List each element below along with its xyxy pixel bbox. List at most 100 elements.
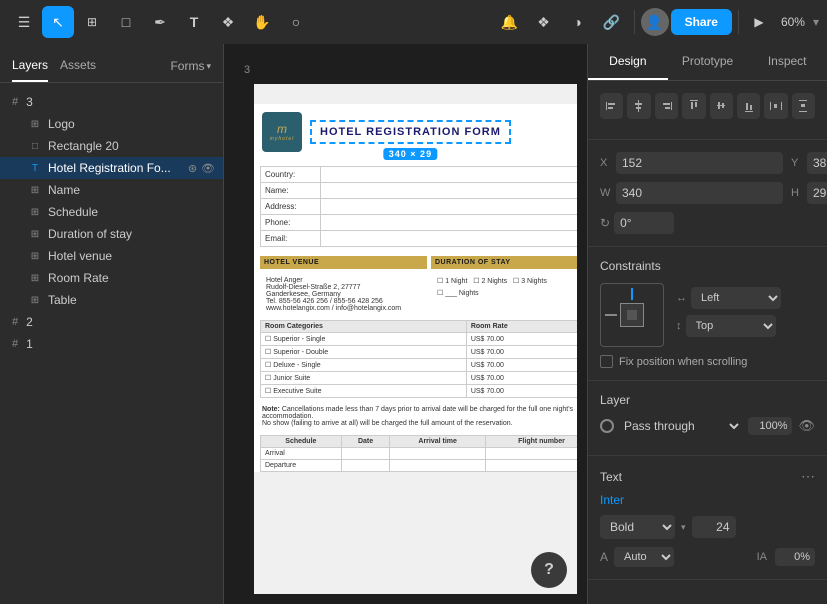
- text-tool-button[interactable]: T: [178, 6, 210, 38]
- tab-prototype[interactable]: Prototype: [668, 44, 748, 80]
- layer-item-hotelreg[interactable]: T Hotel Registration Fo... ⊛ 👁: [0, 157, 223, 179]
- play-icon: ▶: [754, 15, 763, 29]
- align-top-button[interactable]: [682, 93, 705, 119]
- layer-item-rect20[interactable]: □ Rectangle 20: [0, 135, 223, 157]
- align-left-button[interactable]: [600, 93, 623, 119]
- stay-content: ☐ 1 Night ☐ 2 Nights ☐ 3 Nights ☐ ___ Ni…: [431, 273, 577, 316]
- table-row: ☐ Junior SuiteUS$ 70.00: [261, 372, 578, 385]
- align-right-button[interactable]: [655, 93, 678, 119]
- constraint-visual: [600, 283, 664, 347]
- shape-icon: □: [122, 14, 130, 30]
- w-input[interactable]: [616, 182, 783, 204]
- menu-button[interactable]: ☰: [8, 6, 40, 38]
- component-icon: ❖: [222, 14, 235, 31]
- link-button[interactable]: 🔗: [596, 6, 628, 38]
- layer-item-schedule[interactable]: ⊞ Schedule: [0, 201, 223, 223]
- layer-item-name[interactable]: ⊞ Name: [0, 179, 223, 201]
- vertical-constraint-select[interactable]: Top Bottom Center Scale Top & Bottom: [686, 315, 776, 337]
- visibility-toggle-icon[interactable]: 👁: [798, 418, 815, 434]
- align-center-h-button[interactable]: [627, 93, 650, 119]
- play-button[interactable]: ▶: [745, 8, 773, 36]
- fix-scroll-checkbox[interactable]: [600, 355, 613, 368]
- canvas-content: m myhotel HOTEL REGISTRATION FORM 340 × …: [254, 84, 577, 594]
- letter-spacing-input[interactable]: [775, 548, 815, 566]
- layer-group-2[interactable]: # 2: [0, 311, 223, 333]
- distribute-h-button[interactable]: [764, 93, 787, 119]
- shape-tool-button[interactable]: □: [110, 6, 142, 38]
- panel-tabs: Layers Assets Forms ▾: [0, 44, 223, 83]
- w-field: W: [600, 182, 783, 204]
- layer-group-3[interactable]: # 3: [0, 91, 223, 113]
- horizontal-constraint-select[interactable]: Left Right Center Scale Left & Right: [691, 287, 781, 309]
- zoom-button[interactable]: 60%: [775, 11, 811, 33]
- pen-tool-button[interactable]: ✒: [144, 6, 176, 38]
- plugin-button[interactable]: ❖: [528, 6, 560, 38]
- notification-button[interactable]: 🔔: [494, 6, 526, 38]
- opacity-input[interactable]: [748, 417, 792, 435]
- help-button[interactable]: ?: [531, 552, 567, 588]
- align-middle-v-button[interactable]: [710, 93, 733, 119]
- form-title-box[interactable]: HOTEL REGISTRATION FORM 340 × 29: [310, 120, 511, 144]
- rotate-input[interactable]: [614, 212, 674, 234]
- field-email: Email:: [260, 230, 577, 247]
- layer-name: 3: [26, 95, 215, 109]
- form-fields: Country: Name: Address: Phone:: [254, 160, 577, 252]
- x-input[interactable]: [616, 152, 783, 174]
- constraint-center: [627, 310, 637, 320]
- hand-tool-button[interactable]: ✋: [246, 6, 278, 38]
- layer-group-1[interactable]: # 1: [0, 333, 223, 355]
- h-input[interactable]: [807, 182, 827, 204]
- canvas-area[interactable]: 3 m myhotel HOTEL REGISTRATION FORM 340 …: [224, 44, 587, 604]
- layer-item-roomrate[interactable]: ⊞ Room Rate: [0, 267, 223, 289]
- grid-icon-2: ⊞: [28, 185, 42, 196]
- font-name[interactable]: Inter: [600, 493, 815, 507]
- logo-subtext: myhotel: [270, 136, 295, 142]
- tab-assets[interactable]: Assets: [60, 52, 96, 82]
- right-panel-tabs: Design Prototype Inspect: [588, 44, 827, 81]
- field-address: Address:: [260, 198, 577, 215]
- horizontal-constraint-row: ↔ Left Right Center Scale Left & Right: [676, 287, 815, 309]
- comment-tool-button[interactable]: ○: [280, 6, 312, 38]
- distribute-v-button[interactable]: [792, 93, 815, 119]
- font-size-input[interactable]: [692, 516, 736, 538]
- table-row: Departure: [261, 460, 578, 472]
- layer-item-duration[interactable]: ⊞ Duration of stay: [0, 223, 223, 245]
- select-tool-button[interactable]: ↖: [42, 6, 74, 38]
- share-button[interactable]: Share: [671, 9, 732, 35]
- position-section: X Y W H ⛓: [588, 140, 827, 247]
- toolbar-divider: [634, 10, 635, 34]
- rotate-row: ↻: [600, 212, 815, 234]
- layer-item-table[interactable]: ⊞ Table: [0, 289, 223, 311]
- schedule-table: Schedule Date Arrival time Flight number…: [260, 435, 577, 472]
- alignment-row: [600, 93, 815, 119]
- contrast-button[interactable]: ◑: [562, 6, 594, 38]
- y-input[interactable]: [807, 152, 827, 174]
- more-options-icon[interactable]: ⋯: [801, 468, 815, 485]
- visibility-icon[interactable]: 👁: [201, 162, 215, 175]
- contrast-icon: ◑: [573, 14, 581, 30]
- tab-design[interactable]: Design: [588, 44, 668, 80]
- layer-item-logo[interactable]: ⊞ Logo: [0, 113, 223, 135]
- font-row: Bold Regular Medium Light Italic ▾: [600, 515, 815, 539]
- wh-row: W H ⛓: [600, 182, 815, 204]
- left-panel: Layers Assets Forms ▾ # 3 ⊞ Logo □ Recta…: [0, 44, 224, 604]
- align-bottom-button[interactable]: [737, 93, 760, 119]
- vertical-icon: ↕: [676, 320, 682, 332]
- frame-tool-button[interactable]: ⊞: [76, 6, 108, 38]
- hotel-venue-header: HOTEL VENUE: [260, 256, 427, 269]
- rect-icon: □: [28, 141, 42, 152]
- tab-inspect[interactable]: Inspect: [747, 44, 827, 80]
- font-weight-select[interactable]: Bold Regular Medium Light Italic: [600, 515, 675, 539]
- select-icon: ↖: [52, 14, 64, 31]
- alignment-section: [588, 81, 827, 140]
- tab-forms[interactable]: Forms ▾: [170, 52, 211, 82]
- component-tool-button[interactable]: ❖: [212, 6, 244, 38]
- menu-icon: ☰: [18, 14, 31, 31]
- table-row: ☐ Executive SuiteUS$ 70.00: [261, 385, 578, 398]
- text-section-label: Text: [600, 470, 622, 484]
- layer-item-venue[interactable]: ⊞ Hotel venue: [0, 245, 223, 267]
- tab-layers[interactable]: Layers: [12, 52, 48, 82]
- auto-select[interactable]: Auto Fixed: [614, 547, 674, 567]
- form-preview: m myhotel HOTEL REGISTRATION FORM 340 × …: [254, 104, 577, 472]
- blend-mode-select[interactable]: Pass through Normal Darken Multiply Ligh…: [620, 418, 742, 434]
